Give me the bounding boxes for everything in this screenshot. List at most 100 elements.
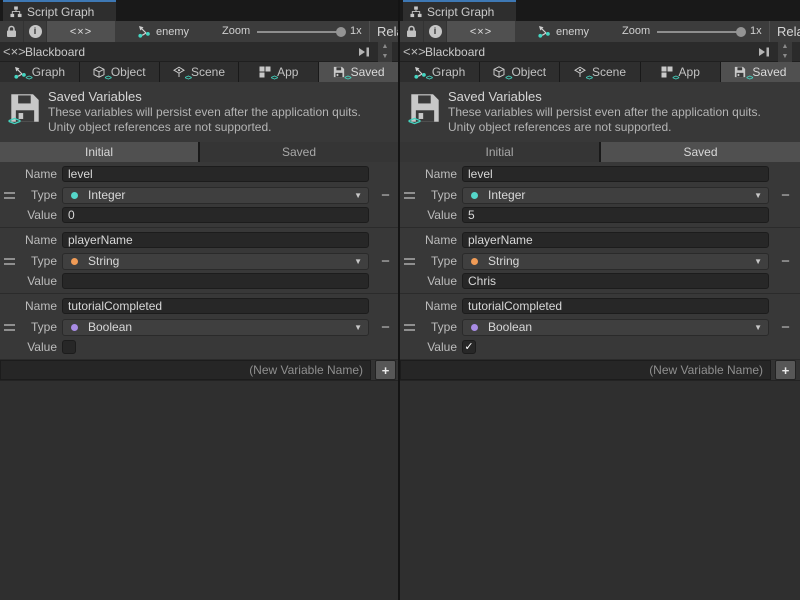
scroll-down-button[interactable]: ▼ (378, 52, 392, 62)
tab-label: Object (511, 65, 546, 79)
value-label: Value (0, 207, 57, 224)
tab-app[interactable]: <> App (641, 62, 720, 82)
type-color-dot (471, 192, 478, 199)
variable-name-input[interactable] (462, 166, 769, 182)
type-name: String (488, 254, 519, 269)
lock-button[interactable] (0, 21, 24, 42)
name-label: Name (400, 298, 457, 315)
remove-variable-button[interactable]: − (777, 253, 794, 270)
name-label: Name (0, 232, 57, 249)
variable-value-input[interactable] (462, 273, 769, 289)
variable-row: Name Type Boolean ▼ − Value (0, 294, 398, 360)
blackboard-header: <×> Blackboard ▲ ▼ (0, 42, 398, 62)
zoom-slider[interactable] (657, 31, 742, 33)
name-label: Name (0, 298, 57, 315)
tab-scene[interactable]: <> Scene (160, 62, 239, 82)
variable-type-dropdown[interactable]: Integer ▼ (462, 187, 769, 204)
variable-value-checkbox[interactable] (62, 340, 76, 354)
info-icon: i (429, 25, 442, 38)
remove-variable-button[interactable]: − (377, 253, 394, 270)
relations-button[interactable]: Rela (777, 21, 800, 42)
tab-saved[interactable]: <> Saved (721, 62, 800, 82)
dock-button[interactable] (355, 44, 372, 60)
info-button[interactable]: i (24, 21, 47, 42)
value-label: Value (0, 273, 57, 290)
new-variable-name-input[interactable] (0, 360, 371, 380)
variable-value-checkbox[interactable]: ✓ (462, 340, 476, 354)
tab-initial[interactable]: Initial (0, 142, 198, 162)
tab-graph[interactable]: <> Graph (0, 62, 79, 82)
variable-type-dropdown[interactable]: Integer ▼ (62, 187, 369, 204)
dock-button[interactable] (755, 44, 772, 60)
lock-icon (6, 25, 17, 38)
tab-saved-values[interactable]: Saved (200, 142, 398, 162)
variables-list: Name Type Integer ▼ − Value Name (400, 162, 800, 360)
tab-script-graph[interactable]: Script Graph (403, 0, 516, 21)
tab-app[interactable]: <> App (239, 62, 318, 82)
scroll-down-button[interactable]: ▼ (778, 52, 792, 62)
tab-scene[interactable]: <> Scene (560, 62, 639, 82)
window-tab-bar: Script Graph (400, 0, 800, 21)
add-variable-button[interactable]: + (375, 360, 396, 380)
type-color-dot (471, 324, 478, 331)
variable-name-input[interactable] (62, 232, 369, 248)
blackboard-toggle-button[interactable]: <×> (447, 21, 515, 42)
variable-type-dropdown[interactable]: String ▼ (62, 253, 369, 270)
value-label: Value (400, 207, 457, 224)
zoom-slider-thumb[interactable] (336, 27, 346, 37)
tab-label: App (679, 65, 700, 79)
script-graph-window-left: Script Graph i <×> enemy Zoom 1x Rela <×… (0, 0, 400, 600)
zoom-slider[interactable] (257, 31, 342, 33)
scroll-arrows: ▲ ▼ (778, 42, 792, 62)
zoom-slider-thumb[interactable] (736, 27, 746, 37)
remove-variable-button[interactable]: − (777, 319, 794, 336)
tab-script-graph[interactable]: Script Graph (3, 0, 116, 21)
tab-label: App (277, 65, 298, 79)
new-variable-name-input[interactable] (400, 360, 771, 380)
scroll-up-button[interactable]: ▲ (378, 42, 392, 52)
variable-value-input[interactable] (462, 207, 769, 223)
tab-object[interactable]: <> Object (480, 62, 559, 82)
scroll-up-button[interactable]: ▲ (778, 42, 792, 52)
name-label: Name (400, 232, 457, 249)
tab-label: Scene (191, 65, 225, 79)
type-name: Boolean (488, 320, 532, 335)
tab-saved[interactable]: <> Saved (319, 62, 398, 82)
tab-label: Saved (351, 65, 385, 79)
window-tab-bar: Script Graph (0, 0, 398, 21)
info-button[interactable]: i (424, 21, 447, 42)
variable-name-input[interactable] (462, 232, 769, 248)
tab-label: Script Graph (27, 5, 94, 19)
variable-type-dropdown[interactable]: Boolean ▼ (462, 319, 769, 336)
lock-button[interactable] (400, 21, 424, 42)
variable-name-input[interactable] (62, 298, 369, 314)
variable-name-input[interactable] (62, 166, 369, 182)
value-mode-tabs: Initial Saved (400, 142, 800, 162)
toolbar-divider (369, 21, 370, 42)
section-description-line1: These variables will persist even after … (48, 105, 361, 119)
chevron-down-icon: ▼ (754, 320, 762, 335)
variable-type-dropdown[interactable]: String ▼ (462, 253, 769, 270)
tab-saved-values[interactable]: Saved (601, 142, 800, 162)
variable-value-input[interactable] (62, 207, 369, 223)
type-label: Type (400, 253, 457, 270)
scene-icon: <> (574, 66, 587, 79)
add-variable-button[interactable]: + (775, 360, 796, 380)
chevron-down-icon: ▼ (354, 188, 362, 203)
tab-object[interactable]: <> Object (80, 62, 159, 82)
remove-variable-button[interactable]: − (377, 319, 394, 336)
remove-variable-button[interactable]: − (777, 187, 794, 204)
tab-initial[interactable]: Initial (400, 142, 599, 162)
zoom-value: 1x (750, 21, 762, 42)
tab-graph[interactable]: <> Graph (400, 62, 479, 82)
blackboard-toggle-button[interactable]: <×> (47, 21, 115, 42)
teal-code-mark: <> (105, 75, 111, 82)
remove-variable-button[interactable]: − (377, 187, 394, 204)
graph-reference[interactable]: enemy (138, 21, 189, 42)
script-graph-window-right: Script Graph i <×> enemy Zoom 1x Rela <×… (400, 0, 800, 600)
variable-name-input[interactable] (462, 298, 769, 314)
relations-button[interactable]: Rela (377, 21, 400, 42)
graph-reference[interactable]: enemy (538, 21, 589, 42)
variable-value-input[interactable] (62, 273, 369, 289)
variable-type-dropdown[interactable]: Boolean ▼ (62, 319, 369, 336)
